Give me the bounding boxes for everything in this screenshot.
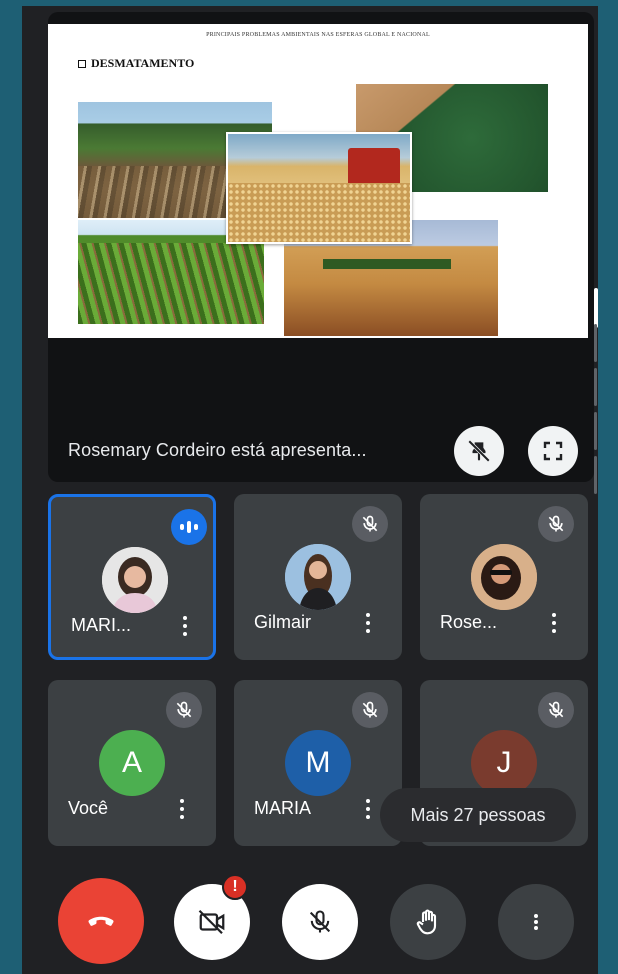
participant-name: MARIA	[254, 798, 312, 818]
participant-tile[interactable]: MARI...	[48, 494, 216, 660]
camera-off-icon	[198, 909, 225, 935]
participant-name: MARI...	[71, 615, 132, 635]
more-people-button[interactable]: Mais 27 pessoas	[380, 788, 576, 842]
meet-screen: PRINCIPAIS PROBLEMAS AMBIENTAIS NAS ESFE…	[22, 6, 598, 974]
user-photo-icon	[285, 544, 351, 610]
soybean-harvest-photo	[226, 132, 412, 244]
more-options-button[interactable]	[498, 884, 574, 960]
speaking-indicator-icon	[171, 509, 207, 545]
mic-off-icon	[538, 506, 574, 542]
participant-tile[interactable]: A Você	[48, 680, 216, 846]
avatar	[102, 547, 168, 613]
participant-more-button[interactable]	[358, 794, 378, 824]
end-call-button[interactable]	[58, 878, 144, 964]
user-photo-icon	[471, 544, 537, 610]
scrollbar-segment	[594, 456, 597, 494]
avatar-initial: A	[99, 730, 165, 796]
avatar-initial: J	[471, 730, 537, 796]
raise-hand-icon	[416, 909, 437, 935]
mic-toggle-button[interactable]	[282, 884, 358, 960]
fullscreen-icon	[543, 441, 563, 461]
participant-more-button[interactable]	[175, 611, 195, 641]
participant-name: Rose...	[440, 612, 498, 632]
participant-name: Você	[68, 798, 109, 818]
scrollbar-segment	[594, 368, 597, 406]
mic-off-icon	[352, 506, 388, 542]
phone-hangup-icon	[88, 916, 114, 926]
raise-hand-button[interactable]	[390, 884, 466, 960]
fullscreen-button[interactable]	[528, 426, 578, 476]
presentation-card[interactable]: PRINCIPAIS PROBLEMAS AMBIENTAIS NAS ESFE…	[48, 12, 594, 482]
avatar	[471, 544, 537, 610]
camera-alert-badge: !	[222, 874, 248, 900]
avatar-initial: M	[285, 730, 351, 796]
pin-off-icon	[468, 440, 490, 462]
unpin-button[interactable]	[454, 426, 504, 476]
participant-more-button[interactable]	[544, 608, 564, 638]
avatar	[285, 544, 351, 610]
participant-more-button[interactable]	[172, 794, 192, 824]
scrollbar-segment	[594, 412, 597, 450]
scrollbar-segment	[594, 324, 597, 362]
participant-more-button[interactable]	[358, 608, 378, 638]
shared-slide: PRINCIPAIS PROBLEMAS AMBIENTAIS NAS ESFE…	[48, 24, 588, 338]
participant-name: Gilmair	[254, 612, 311, 632]
presenter-label: Rosemary Cordeiro está apresenta...	[68, 440, 367, 460]
slide-title: DESMATAMENTO	[78, 56, 194, 71]
scrollbar-thumb[interactable]	[594, 288, 598, 328]
checkbox-bullet-icon	[78, 59, 86, 68]
participant-tile[interactable]: M MARIA	[234, 680, 402, 846]
mic-off-icon	[538, 692, 574, 728]
mic-off-icon	[166, 692, 202, 728]
slide-header: PRINCIPAIS PROBLEMAS AMBIENTAIS NAS ESFE…	[206, 32, 430, 38]
mic-off-icon	[309, 910, 331, 933]
participant-tile[interactable]: Rose...	[420, 494, 588, 660]
mic-off-icon	[352, 692, 388, 728]
slide-title-text: DESMATAMENTO	[91, 56, 195, 70]
participant-tile[interactable]: Gilmair	[234, 494, 402, 660]
more-vertical-icon	[534, 914, 538, 930]
user-photo-icon	[102, 547, 168, 613]
